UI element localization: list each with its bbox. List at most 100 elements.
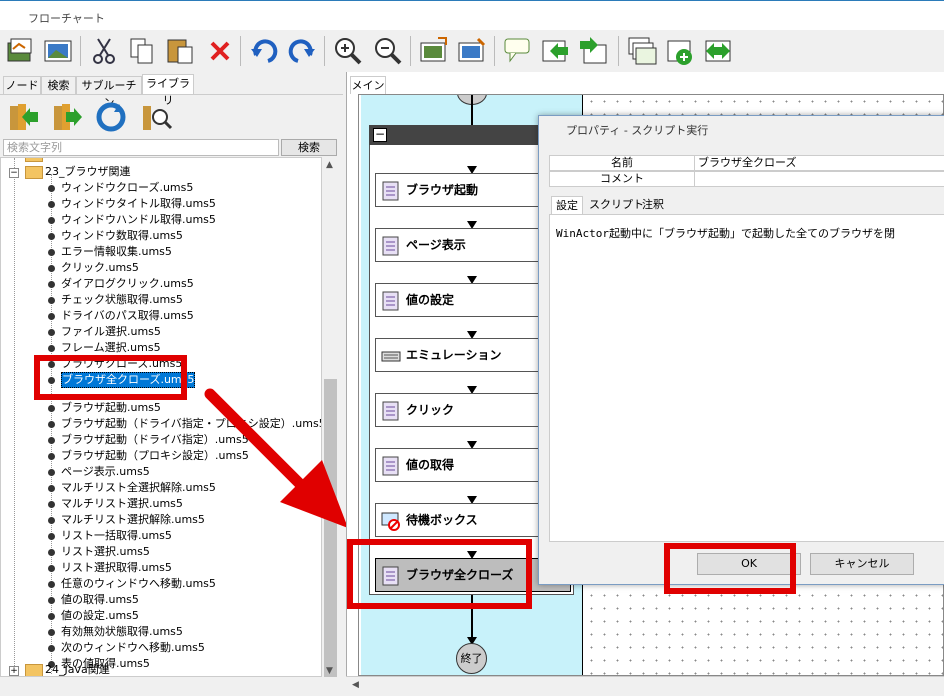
scroll-up-icon[interactable]: ▲ [326, 160, 333, 170]
library-item[interactable]: フレーム選択.ums5 [61, 340, 161, 356]
scroll-down-icon[interactable]: ▼ [326, 666, 333, 676]
folder-java[interactable]: 24_Java関連 [45, 662, 110, 676]
library-item[interactable]: ドライバのパス取得.ums5 [61, 308, 194, 324]
folder-browser[interactable]: 23_ブラウザ関連 [45, 164, 131, 180]
property-value[interactable]: ブラウザ全クローズ [698, 156, 796, 170]
library-item[interactable]: マルチリスト選択解除.ums5 [61, 512, 205, 528]
scroll-left-icon[interactable]: ◀ [352, 680, 359, 690]
bullet-icon [48, 185, 55, 192]
flow-node-label: 待機ボックス [406, 513, 478, 527]
library-item[interactable]: 値の取得.ums5 [61, 592, 139, 608]
library-import-icon[interactable] [50, 100, 84, 134]
flow-node-label: エミュレーション [406, 348, 502, 362]
bullet-icon [48, 345, 55, 352]
library-item[interactable]: 値の設定.ums5 [61, 608, 139, 624]
tab-subroutine[interactable]: サブルーチン [76, 76, 142, 109]
library-item[interactable]: ウィンドウタイトル取得.ums5 [61, 196, 216, 212]
redo-icon[interactable] [286, 35, 318, 67]
search-input[interactable]: 検索文字列 [3, 139, 279, 156]
dialog-tab-settings[interactable]: 設定 [551, 196, 583, 214]
cancel-button[interactable]: キャンセル [810, 553, 914, 575]
library-item[interactable]: ダイアログクリック.ums5 [61, 276, 194, 292]
library-item[interactable]: ウィンドウハンドル取得.ums5 [61, 212, 216, 228]
dialog-tab-notes[interactable]: 注釈 [642, 196, 664, 214]
step-in-icon[interactable] [578, 35, 610, 67]
library-item[interactable]: ウィンドウクローズ.ums5 [61, 180, 193, 196]
refresh-icon[interactable] [94, 100, 128, 134]
dialog-tab-script[interactable]: スクリプト [589, 196, 644, 214]
flow-node-label: 値の取得 [406, 458, 455, 472]
library-item[interactable]: ウィンドウ数取得.ums5 [61, 228, 183, 244]
property-row-name: 名前 ブラウザ全クローズ [549, 155, 944, 171]
library-item[interactable]: ブラウザ起動.ums5 [61, 400, 161, 416]
script-icon [382, 291, 399, 311]
bullet-icon [48, 517, 55, 524]
library-item[interactable]: リスト一括取得.ums5 [61, 528, 172, 544]
library-export-icon[interactable] [6, 100, 40, 134]
bullet-icon [48, 629, 55, 636]
library-item[interactable]: ページ表示.ums5 [61, 464, 150, 480]
bullet-icon [48, 597, 55, 604]
undo-icon[interactable] [248, 35, 280, 67]
folder-icon [25, 166, 43, 179]
flow-arrow-icon [467, 274, 477, 284]
library-item[interactable]: リスト選択.ums5 [61, 544, 150, 560]
flow-arrow-icon [467, 439, 477, 449]
end-node[interactable]: 終了 [456, 643, 487, 674]
image-edit-icon[interactable] [456, 35, 488, 67]
window-title: フローチャート [28, 12, 105, 25]
library-item[interactable]: クリック.ums5 [61, 260, 139, 276]
flowchart-hscrollbar[interactable]: ◀ [346, 676, 944, 696]
zoom-out-icon[interactable] [372, 35, 404, 67]
paste-icon[interactable] [164, 35, 196, 67]
bullet-icon [48, 549, 55, 556]
flow-arrow-icon [467, 164, 477, 174]
library-item[interactable]: エラー情報収集.ums5 [61, 244, 172, 260]
image-icon[interactable] [42, 35, 74, 67]
library-item[interactable]: ファイル選択.ums5 [61, 324, 161, 340]
library-item[interactable]: 任意のウィンドウへ移動.ums5 [61, 576, 216, 592]
windows-icon[interactable] [626, 35, 658, 67]
copy-icon[interactable] [126, 35, 158, 67]
bullet-icon [48, 469, 55, 476]
library-item[interactable]: リスト選択取得.ums5 [61, 560, 172, 576]
library-item[interactable]: マルチリスト全選択解除.ums5 [61, 480, 216, 496]
delete-icon[interactable] [204, 35, 236, 67]
tab-library[interactable]: ライブラリ [142, 74, 194, 107]
property-key: コメント [600, 172, 644, 185]
library-item[interactable]: チェック状態取得.ums5 [61, 292, 183, 308]
group-collapse-button[interactable]: − [373, 128, 387, 142]
expand-toggle[interactable]: + [9, 666, 19, 676]
bullet-icon [48, 201, 55, 208]
library-item[interactable]: 次のウィンドウへ移動.ums5 [61, 640, 205, 656]
wait-icon [381, 512, 400, 531]
bullet-icon [48, 437, 55, 444]
zoom-in-icon[interactable] [332, 35, 364, 67]
toolbar [0, 30, 944, 72]
tab-node[interactable]: ノード [3, 76, 41, 94]
open-icon[interactable] [5, 35, 37, 67]
swap-icon[interactable] [702, 35, 734, 67]
folder-icon [25, 664, 43, 676]
library-item[interactable]: マルチリスト選択.ums5 [61, 496, 183, 512]
flow-node-label: クリック [406, 403, 455, 417]
subroutine-icon[interactable] [540, 35, 572, 67]
flow-node-label: ページ表示 [406, 238, 466, 252]
bullet-icon [48, 233, 55, 240]
tab-search[interactable]: 検索 [41, 76, 76, 94]
tab-main[interactable]: メイン [350, 76, 386, 94]
search-button[interactable]: 検索 [281, 139, 337, 156]
comment-icon[interactable] [502, 35, 534, 67]
bullet-icon [48, 297, 55, 304]
library-search-icon[interactable] [140, 100, 174, 134]
bullet-icon [48, 421, 55, 428]
collapse-toggle[interactable]: − [9, 168, 19, 178]
library-item[interactable]: 有効無効状態取得.ums5 [61, 624, 183, 640]
highlight-node [347, 539, 532, 609]
add-icon[interactable] [664, 35, 696, 67]
cut-icon[interactable] [88, 35, 120, 67]
settings-description: WinActor起動中に「ブラウザ起動」で起動した全てのブラウザを閉 [556, 227, 895, 240]
image-capture-icon[interactable] [418, 35, 450, 67]
flow-arrow-icon [467, 329, 477, 339]
script-icon [382, 401, 399, 421]
